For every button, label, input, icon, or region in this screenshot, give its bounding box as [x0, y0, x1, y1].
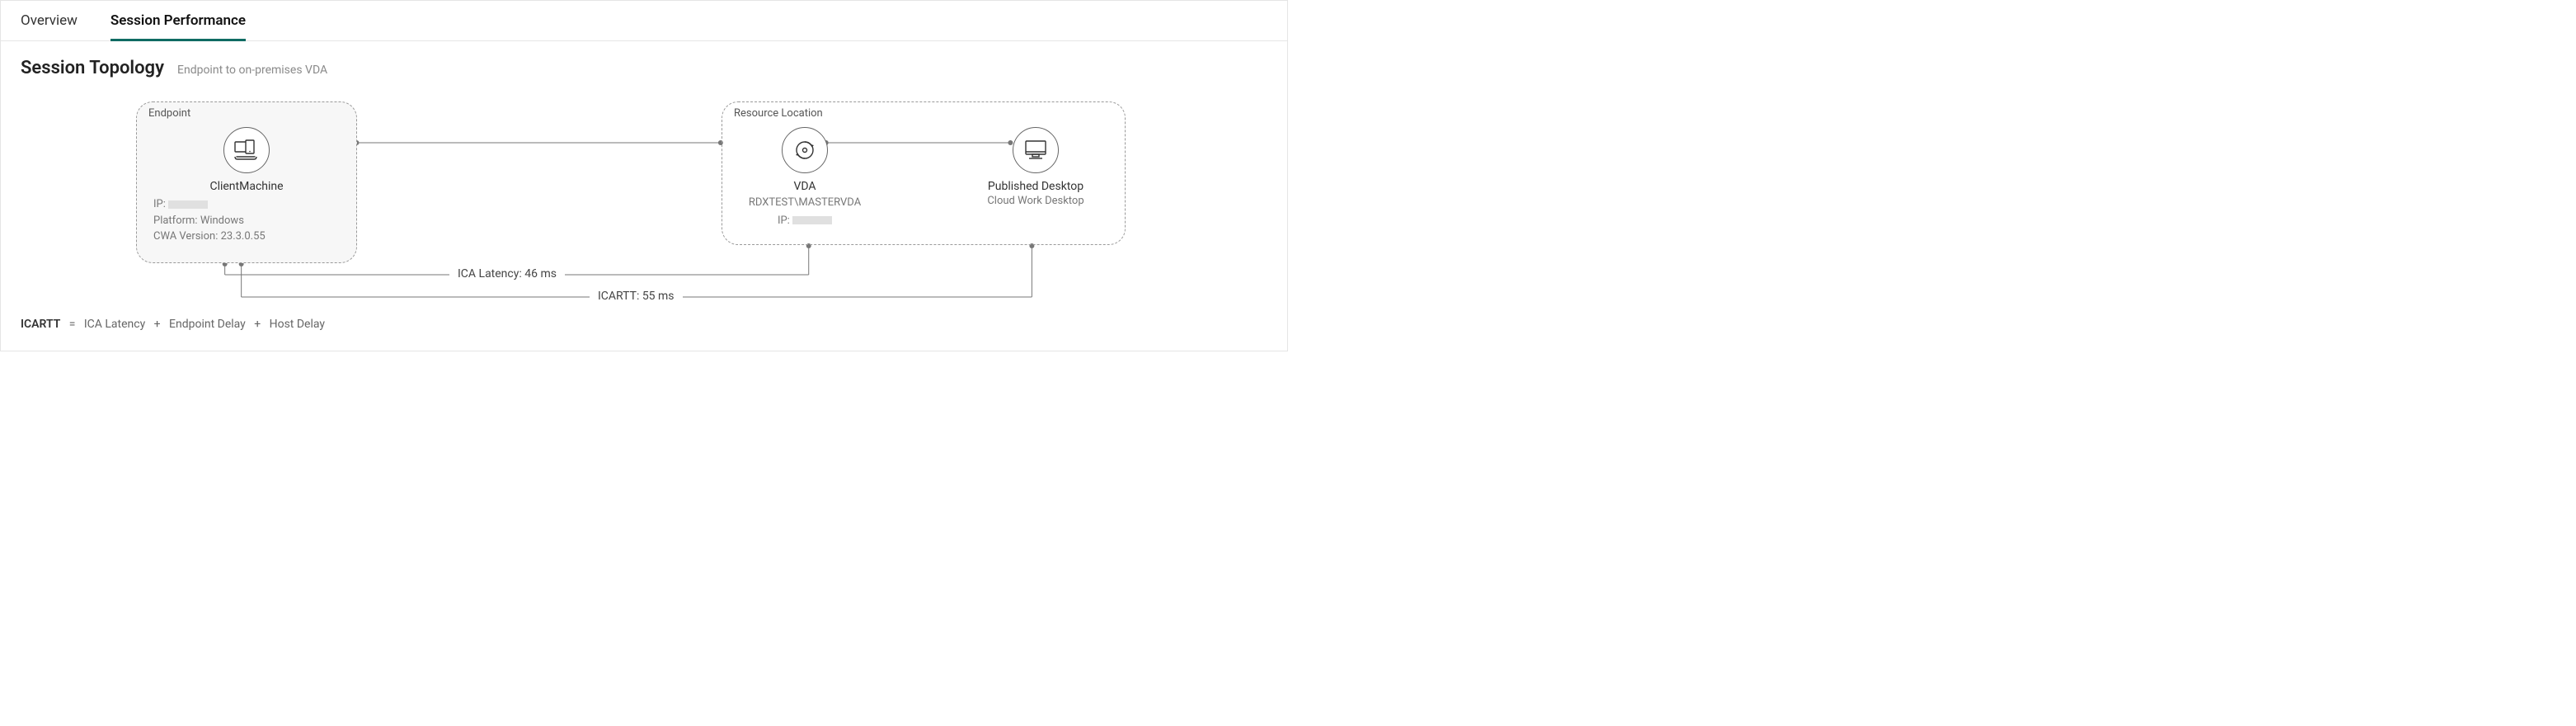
ica-latency-label: ICA Latency: 46 ms: [449, 267, 565, 280]
formula-eq: =: [69, 318, 76, 331]
formula-p3: Host Delay: [270, 318, 325, 331]
formula-lhs: ICARTT: [21, 318, 60, 331]
vda-icon: [782, 127, 828, 173]
formula-p1: ICA Latency: [84, 318, 145, 331]
vda-node: VDA RDXTEST\MASTERVDA IP:: [722, 127, 887, 229]
section-title: Session Topology: [21, 58, 164, 78]
endpoint-box: Endpoint ClientMachine IP:: [136, 101, 357, 263]
endpoint-platform-label: Platform:: [153, 214, 198, 227]
endpoint-node: ClientMachine IP: Platform: Windows CWA …: [137, 127, 356, 245]
desktop-label: Published Desktop: [953, 180, 1118, 193]
icartt-label: ICARTT: 55 ms: [590, 290, 683, 303]
published-desktop-node: Published Desktop Cloud Work Desktop: [953, 127, 1118, 207]
endpoint-name: ClientMachine: [137, 180, 356, 193]
icartt-formula: ICARTT = ICA Latency + Endpoint Delay + …: [21, 318, 1267, 331]
endpoint-ip-value: [168, 200, 208, 209]
endpoint-cwa-value: 23.3.0.55: [221, 230, 266, 243]
section-subtitle: Endpoint to on-premises VDA: [177, 64, 327, 77]
resource-box: Resource Location VDA RD: [722, 101, 1126, 245]
vda-label: VDA: [722, 180, 887, 193]
tab-session-performance[interactable]: Session Performance: [110, 1, 262, 40]
endpoint-ip-label: IP:: [153, 198, 166, 210]
tab-overview[interactable]: Overview: [21, 1, 94, 40]
endpoint-cwa-label: CWA Version:: [153, 230, 218, 243]
formula-p2: Endpoint Delay: [169, 318, 246, 331]
endpoint-icon: [223, 127, 270, 173]
topology-diagram: Endpoint ClientMachine IP:: [21, 95, 1267, 309]
vda-ip-label: IP:: [778, 214, 790, 227]
endpoint-platform-value: Windows: [200, 214, 244, 227]
desktop-icon: [1013, 127, 1059, 173]
resource-box-label: Resource Location: [734, 107, 823, 120]
vda-hostname: RDXTEST\MASTERVDA: [722, 195, 887, 211]
desktop-name: Cloud Work Desktop: [953, 195, 1118, 207]
vda-ip-value: [792, 216, 832, 224]
tabs: Overview Session Performance: [1, 1, 1287, 41]
endpoint-box-label: Endpoint: [148, 107, 190, 120]
